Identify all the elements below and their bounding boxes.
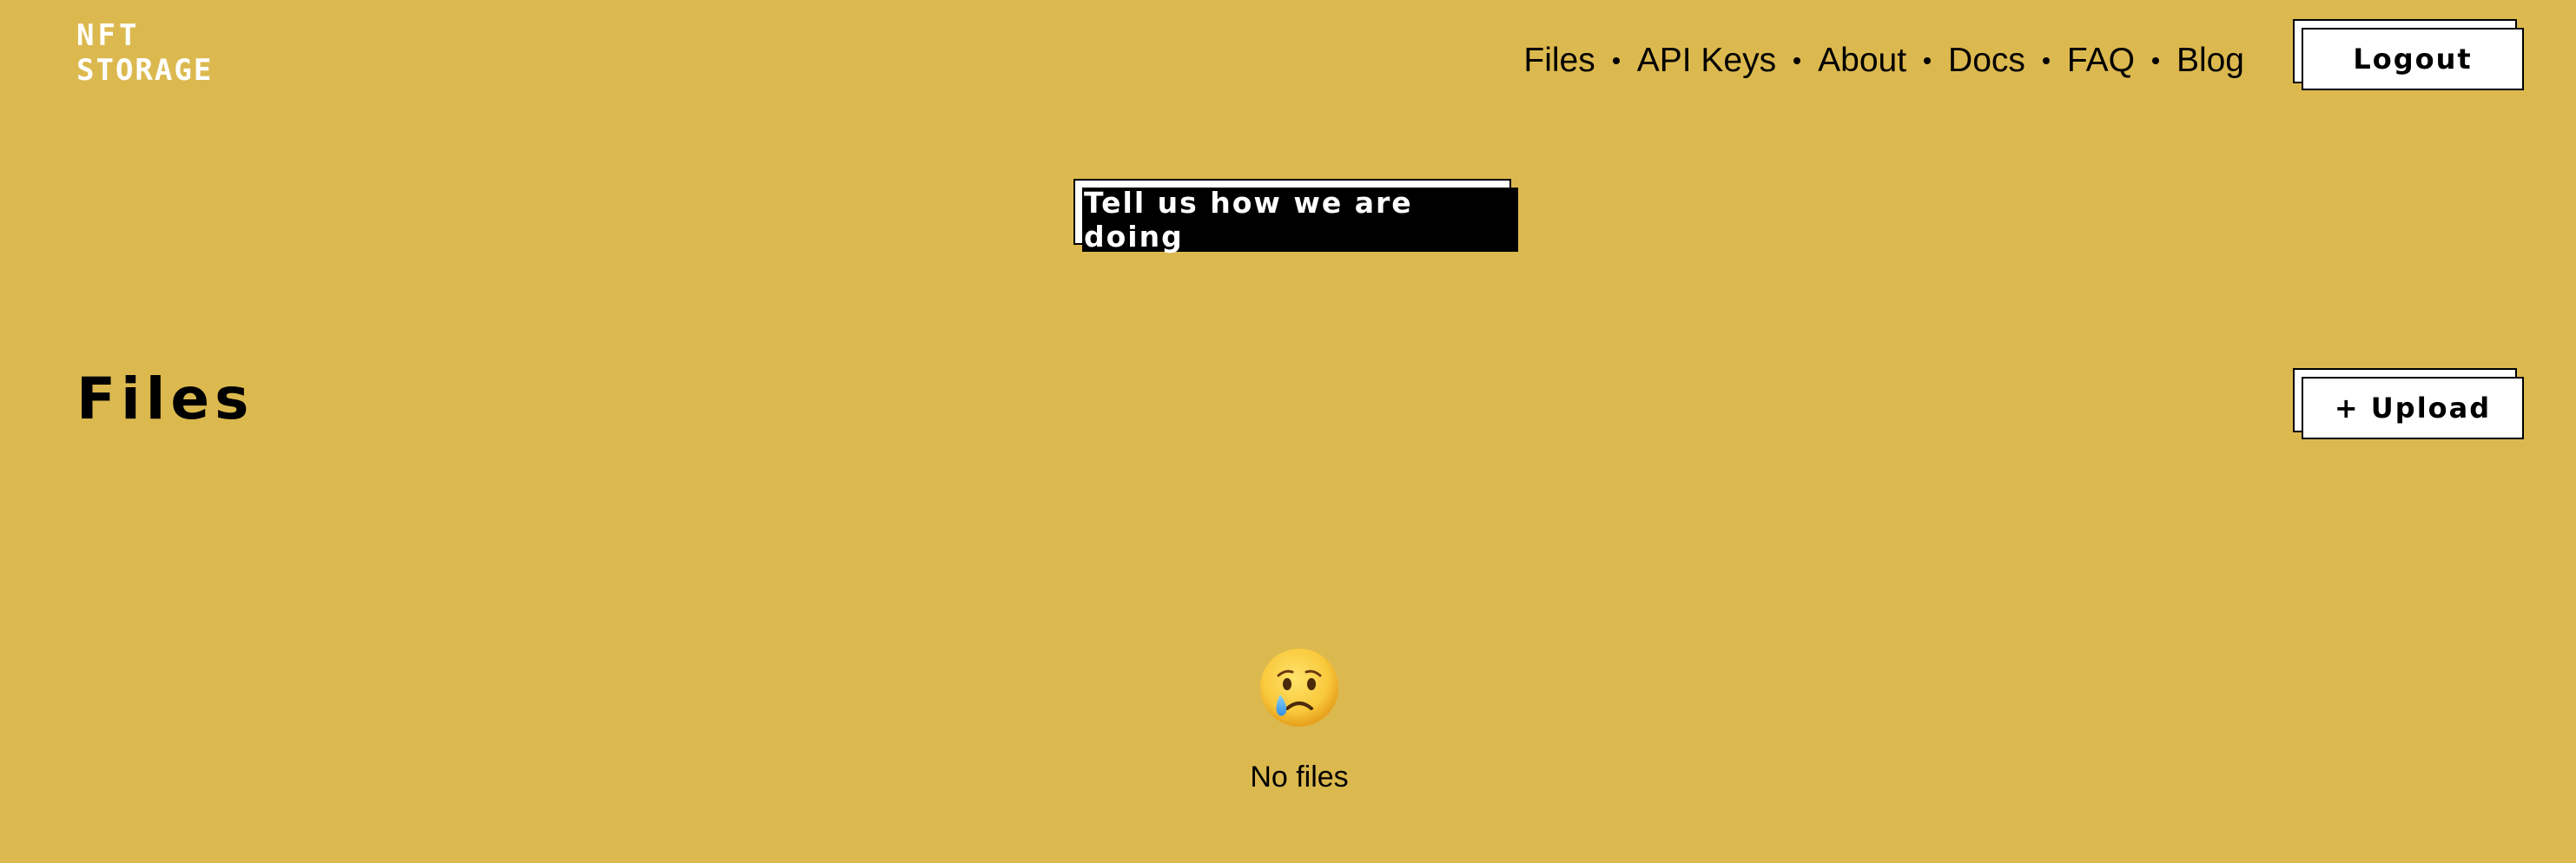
feedback-button-label: Tell us how we are doing [1082,186,1518,254]
top-nav: Files API Keys About Docs FAQ Blog [1523,38,2244,83]
page-title: Files [76,366,254,432]
feedback-button[interactable]: Tell us how we are doing [1073,179,1518,254]
nav-link-about[interactable]: About [1818,42,1906,80]
nav-separator [1924,57,1932,64]
nft-storage-logo[interactable]: NFT STORAGE [76,21,224,87]
nav-link-blog[interactable]: Blog [2176,42,2244,80]
logo-text-line2: STORAGE [76,53,214,88]
nav-link-faq[interactable]: FAQ [2067,42,2135,80]
nav-separator [1612,57,1620,64]
logo-text-line1: NFT [76,18,141,53]
nav-link-api-keys[interactable]: API Keys [1637,42,1776,80]
logout-button[interactable]: Logout [2293,19,2524,90]
logout-button-label: Logout [2302,28,2524,90]
nav-link-files[interactable]: Files [1523,42,1595,80]
nav-separator [2042,57,2050,64]
nav-separator [1793,57,1801,64]
empty-state-text: No files [1250,761,1349,794]
nav-link-docs[interactable]: Docs [1948,42,2025,80]
crying-face-icon [1258,646,1341,729]
nav-separator [2151,57,2159,64]
upload-button[interactable]: + Upload [2293,368,2524,439]
upload-button-label: + Upload [2302,377,2524,439]
